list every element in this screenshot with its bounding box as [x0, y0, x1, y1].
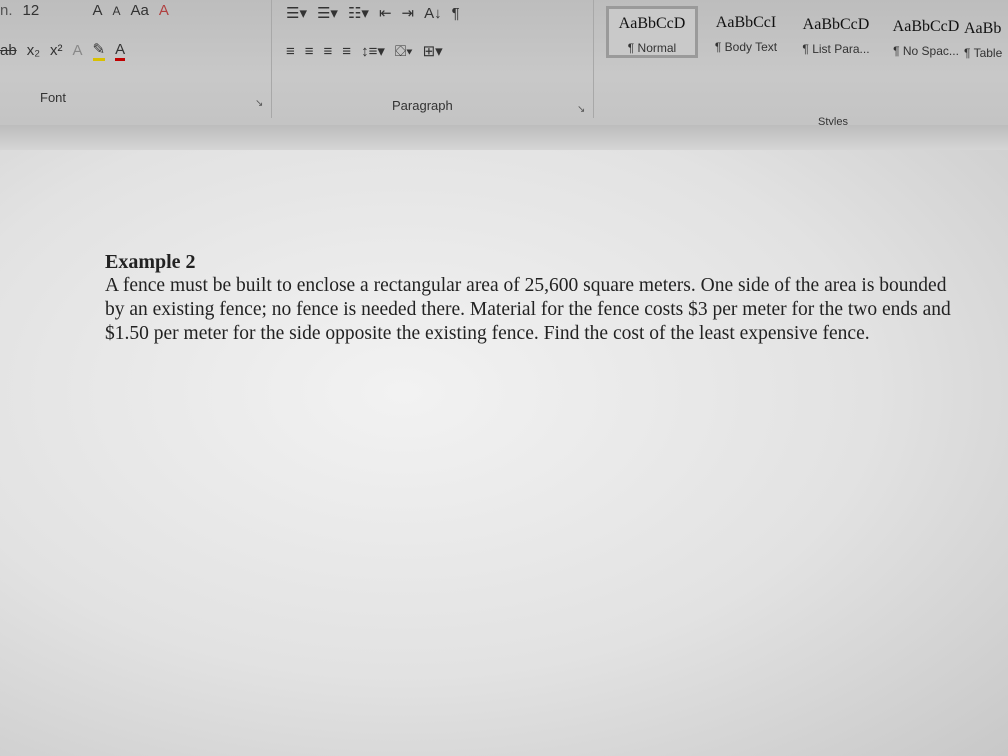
shrink-font-button[interactable]: A — [113, 4, 121, 18]
highlight-button[interactable]: ✎ — [92, 40, 106, 61]
style-list-paragraph[interactable]: AaBbCcD ¶ List Para... — [790, 10, 882, 62]
align-center-icon[interactable]: ≡ — [305, 43, 314, 60]
paragraph-group: ☰▾ ☰▾ ☷▾ ⇤ ⇥ A↓ ¶ ≡ ≡ ≡ ≡ ↕≡▾ ⛋▾ ⊞▾ Para… — [272, 0, 594, 118]
borders-icon[interactable]: ⊞▾ — [423, 42, 443, 60]
example-heading: Example 2 — [105, 251, 196, 273]
strikethrough-button[interactable]: ab — [0, 42, 17, 59]
font-group: n. 12 A A Aa A ab x₂ x² A ✎ A Font ↘ — [0, 0, 272, 118]
numbering-icon[interactable]: ☰▾ — [317, 4, 338, 22]
problem-paragraph: A fence must be built to enclose a recta… — [105, 275, 951, 344]
ribbon: n. 12 A A Aa A ab x₂ x² A ✎ A Font ↘ ☰▾ … — [0, 0, 1008, 128]
decrease-indent-icon[interactable]: ⇤ — [379, 4, 392, 22]
grow-font-button[interactable]: A — [93, 2, 103, 19]
text-effects-button[interactable]: A — [73, 42, 83, 59]
style-body-text[interactable]: AaBbCcI ¶ Body Text — [700, 8, 792, 60]
document-content[interactable]: Example 2 A fence must be built to enclo… — [105, 250, 955, 346]
shading-icon[interactable]: ⛋▾ — [395, 43, 413, 60]
style-no-spacing[interactable]: AaBbCcD ¶ No Spac... — [880, 12, 972, 64]
font-group-label: Font — [40, 90, 67, 105]
styles-group: AaBbCcD ¶ Normal AaBbCcI ¶ Body Text AaBbC… — [594, 0, 1008, 128]
increase-indent-icon[interactable]: ⇥ — [402, 4, 415, 22]
change-case-button[interactable]: Aa — [131, 2, 149, 19]
paragraph-dialog-launcher-icon[interactable]: ↘ — [577, 104, 585, 115]
font-dialog-launcher-icon[interactable]: ↘ — [255, 98, 263, 109]
line-spacing-icon[interactable]: ↕≡▾ — [361, 42, 385, 60]
align-right-icon[interactable]: ≡ — [324, 43, 333, 60]
font-color-button[interactable]: A — [115, 41, 126, 61]
paragraph-group-label: Paragraph — [392, 98, 453, 113]
font-size-box[interactable]: 12 — [23, 2, 83, 19]
style-table[interactable]: AaBb ¶ Table — [964, 14, 1008, 66]
sort-icon[interactable]: A↓ — [424, 5, 442, 22]
superscript-button[interactable]: x² — [50, 42, 63, 59]
style-normal[interactable]: AaBbCcD ¶ Normal — [606, 6, 698, 58]
multilevel-list-icon[interactable]: ☷▾ — [348, 4, 369, 22]
clear-formatting-button[interactable]: A — [159, 2, 169, 19]
bullets-icon[interactable]: ☰▾ — [286, 4, 307, 22]
show-marks-icon[interactable]: ¶ — [452, 5, 460, 22]
font-name-box[interactable]: n. — [0, 2, 13, 19]
justify-icon[interactable]: ≡ — [342, 43, 351, 60]
document-page[interactable]: Example 2 A fence must be built to enclo… — [0, 150, 1008, 756]
ruler-bar — [0, 125, 1008, 153]
align-left-icon[interactable]: ≡ — [286, 43, 295, 60]
subscript-button[interactable]: x₂ — [27, 42, 40, 59]
